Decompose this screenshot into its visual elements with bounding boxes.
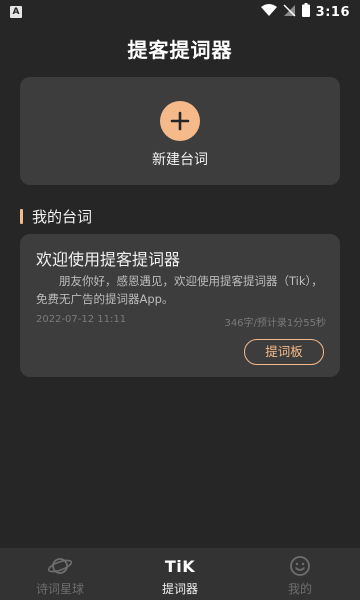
nav-label: 诗词星球	[35, 582, 84, 596]
script-title: 欢迎使用提客提词器	[36, 250, 181, 269]
nav-item-prompter[interactable]: TiK 提词器	[120, 548, 240, 600]
tik-logo-text: TiK	[164, 556, 196, 576]
section-header: 我的台词	[20, 206, 92, 226]
status-right: 3:16	[260, 3, 350, 21]
nav-item-mine[interactable]: 我的	[240, 548, 360, 600]
plus-icon	[170, 111, 190, 131]
status-left: A	[10, 6, 22, 18]
prompter-board-button[interactable]: 提词板	[244, 339, 324, 365]
nav-label: 提词器	[161, 582, 198, 596]
nav-item-poetry-planet[interactable]: 诗词星球	[0, 548, 120, 600]
add-script-button[interactable]	[160, 101, 200, 141]
section-title: 我的台词	[32, 207, 93, 226]
new-script-card[interactable]: 新建台词	[20, 77, 340, 185]
script-word-count: 346字/预计录1分55秒	[224, 318, 326, 329]
script-preview: 朋友你好，感恩遇见，欢迎使用提客提词器（Tik），免费无广告的提词器App。	[36, 274, 323, 306]
script-date: 2022-07-12 11:11	[36, 314, 127, 325]
no-signal-icon	[283, 4, 296, 21]
smiley-icon	[289, 555, 311, 577]
battery-icon	[301, 3, 310, 21]
notification-icon: A	[10, 6, 22, 18]
wifi-icon	[260, 4, 277, 20]
status-time: 3:16	[315, 4, 350, 20]
script-card[interactable]: 欢迎使用提客提词器 朋友你好，感恩遇见，欢迎使用提客提词器（Tik），免费无广告…	[20, 234, 340, 377]
section-accent-bar	[20, 208, 23, 224]
new-script-label: 新建台词	[152, 152, 208, 168]
nav-label: 我的	[287, 582, 312, 596]
bottom-nav: 诗词星球 TiK 提词器 我的	[0, 548, 360, 600]
tik-logo: TiK	[165, 555, 195, 577]
page-title: 提客提词器	[127, 38, 233, 62]
status-bar: A 3:16	[0, 0, 360, 24]
planet-icon	[47, 555, 73, 577]
